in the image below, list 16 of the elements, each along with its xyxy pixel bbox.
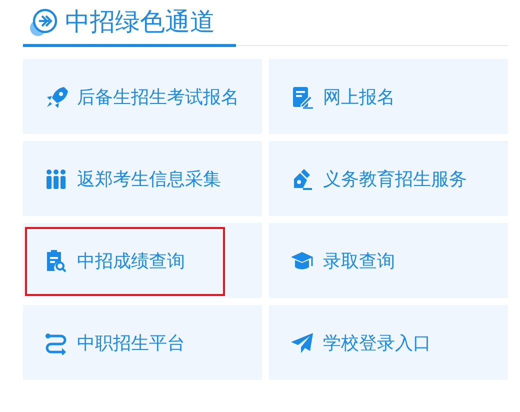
- double-arrow-icon: [29, 6, 59, 36]
- paper-plane-icon: [290, 330, 314, 354]
- link-tile[interactable]: 义务教育招生服务: [269, 141, 508, 216]
- link-tile[interactable]: 网上报名: [269, 59, 508, 134]
- form-pen-icon: [290, 84, 314, 108]
- link-tile[interactable]: 学校登录入口: [269, 305, 508, 380]
- link-tile[interactable]: 返郑考生信息采集: [23, 141, 262, 216]
- link-tile[interactable]: 中招成绩查询: [23, 223, 262, 298]
- section-title: 中招绿色通道: [65, 6, 215, 38]
- clipboard-search-icon: [44, 248, 68, 272]
- link-tile[interactable]: 中职招生平台: [23, 305, 262, 380]
- switch-arrows-icon: [44, 330, 68, 354]
- group-icon: [44, 166, 68, 190]
- link-tile[interactable]: 后备生招生考试报名: [23, 59, 262, 134]
- link-tile[interactable]: 录取查询: [269, 223, 508, 298]
- rocket-icon: [44, 84, 68, 108]
